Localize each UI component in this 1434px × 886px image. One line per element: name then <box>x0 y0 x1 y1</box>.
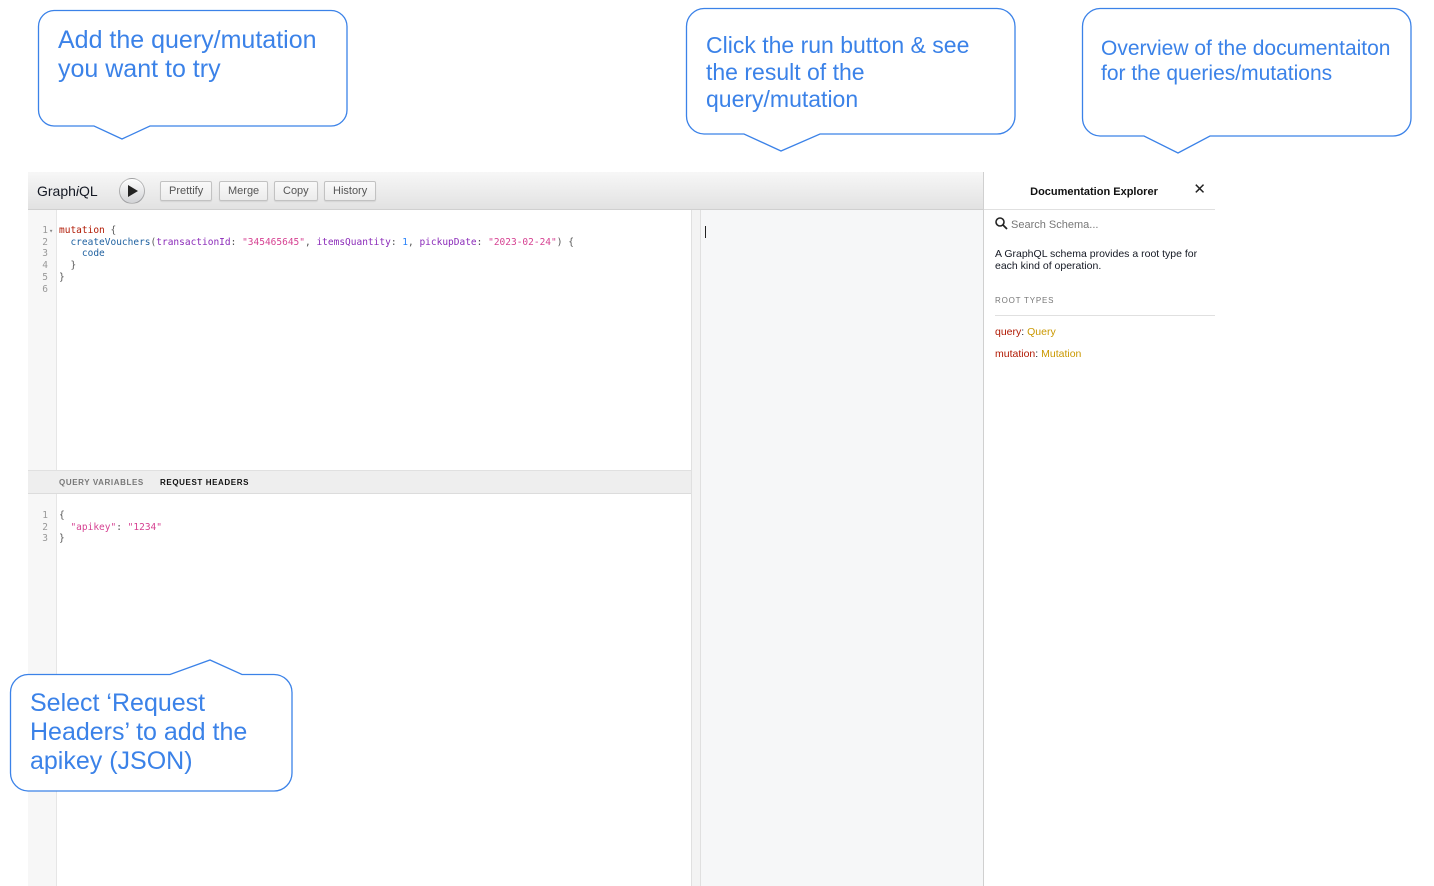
app-title: GraphiQL <box>37 183 98 199</box>
root-types-header: ROOT TYPES <box>995 296 1055 305</box>
code-line-3: code <box>81 248 105 260</box>
header-key: "apikey" <box>70 521 117 533</box>
prettify-button[interactable]: Prettify <box>160 181 213 201</box>
callout-query: Add the query/mutation you want to try <box>37 9 348 140</box>
divider <box>995 315 1215 316</box>
run-button[interactable] <box>119 178 145 204</box>
pane-resize-handle[interactable] <box>691 210 701 886</box>
history-button[interactable]: History <box>324 181 377 201</box>
line-number: 2 <box>42 236 48 248</box>
code-line-1: { <box>59 510 65 521</box>
line-number: 3 <box>42 248 48 260</box>
callout-run: Click the run button & see the result of… <box>685 7 1016 153</box>
search-icon <box>995 217 1008 230</box>
merge-button[interactable]: Merge <box>219 181 269 201</box>
field-name: query <box>995 326 1022 338</box>
header-value: "1234" <box>127 521 162 533</box>
close-icon[interactable]: ✕ <box>1193 182 1206 197</box>
type-link[interactable]: Mutation <box>1041 348 1081 360</box>
docs-header: Documentation Explorer ✕ <box>984 172 1215 210</box>
line-number: 2 <box>42 521 48 533</box>
type-link[interactable]: Query <box>1027 326 1056 338</box>
play-icon <box>128 185 138 197</box>
callout-text: Click the run button & see the result of… <box>706 32 970 112</box>
documentation-explorer: Documentation Explorer ✕ A GraphQL schem… <box>983 172 1215 886</box>
code-line-3: } <box>59 533 65 545</box>
root-type-mutation: mutation: Mutation <box>995 348 1082 360</box>
code-line-4: } <box>70 260 77 272</box>
root-type-query: query: Query <box>995 326 1056 338</box>
variables-tab-bar: QUERY VARIABLES REQUEST HEADERS <box>28 470 691 494</box>
query-editor[interactable]: 1 ▾ 2 3 4 5 6 mutation { createVouchers(… <box>28 210 691 470</box>
line-number: 5 <box>42 271 48 283</box>
function-name: createVouchers <box>70 236 151 248</box>
keyword-mutation: mutation <box>59 225 105 236</box>
line-number: 1 <box>42 510 48 521</box>
field-name: mutation <box>995 348 1036 360</box>
callout-text: Add the query/mutation you want to try <box>58 26 317 83</box>
callout-docs: Overview of the documentaiton for the qu… <box>1081 7 1412 154</box>
code-line-2: "apikey": "1234" <box>70 521 162 533</box>
copy-button[interactable]: Copy <box>274 181 318 201</box>
text-cursor <box>705 226 706 238</box>
docs-search <box>995 216 1205 234</box>
code-line-2: createVouchers(transactionId: "345465645… <box>70 236 574 248</box>
callout-headers: Select ‘Request Headers’ to add the apik… <box>9 659 293 793</box>
result-pane[interactable] <box>701 210 983 886</box>
fold-arrow-icon[interactable]: ▾ <box>49 226 53 238</box>
callout-text: Overview of the documentaiton for the qu… <box>1101 37 1391 85</box>
callout-text: Select ‘Request Headers’ to add the apik… <box>30 689 248 775</box>
tab-query-variables[interactable]: QUERY VARIABLES <box>59 478 144 487</box>
code-line-1: mutation { <box>59 225 117 236</box>
docs-title: Documentation Explorer <box>1030 186 1158 198</box>
line-number: 3 <box>42 533 48 545</box>
toolbar: GraphiQL Prettify Merge Copy History <box>28 172 983 210</box>
code-line-5: } <box>59 271 65 283</box>
line-number: 4 <box>42 260 48 272</box>
docs-description: A GraphQL schema provides a root type fo… <box>995 248 1198 272</box>
search-input[interactable] <box>1011 216 1201 234</box>
line-number: 6 <box>42 283 48 295</box>
line-number: 1 <box>42 225 48 236</box>
tab-request-headers[interactable]: REQUEST HEADERS <box>160 478 249 487</box>
